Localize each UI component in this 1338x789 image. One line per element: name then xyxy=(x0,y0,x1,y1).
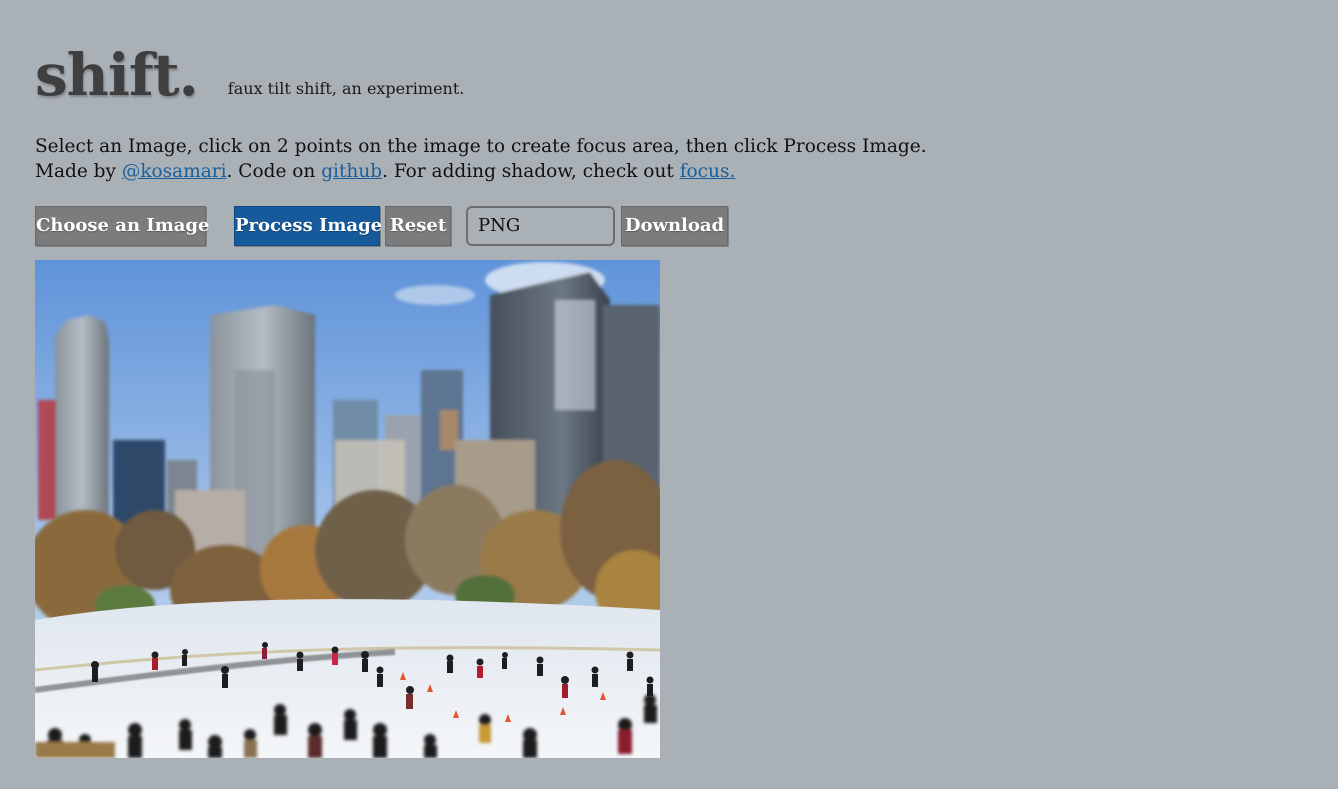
made-by-text: Made by xyxy=(35,161,122,182)
shadow-text: . For adding shadow, check out xyxy=(382,161,680,182)
image-canvas[interactable] xyxy=(35,260,660,758)
reset-button[interactable]: Reset xyxy=(385,206,451,246)
instructions-line-1: Select an Image, click on 2 points on th… xyxy=(35,136,927,157)
format-select[interactable]: PNG xyxy=(466,206,615,246)
choose-image-button[interactable]: Choose an Image xyxy=(35,206,209,246)
process-image-button[interactable]: Process Image xyxy=(234,206,382,246)
page-header: shift. faux tilt shift, an experiment. xyxy=(35,46,464,104)
logo: shift. xyxy=(35,41,199,109)
author-link[interactable]: @kosamari xyxy=(122,161,227,182)
instructions: Select an Image, click on 2 points on th… xyxy=(35,134,927,184)
instructions-line-2: Made by @kosamari. Code on github. For a… xyxy=(35,159,927,184)
focus-link[interactable]: focus. xyxy=(680,161,736,182)
tagline: faux tilt shift, an experiment. xyxy=(227,79,465,98)
github-link[interactable]: github xyxy=(321,161,382,182)
code-on-text: . Code on xyxy=(226,161,322,182)
download-button[interactable]: Download xyxy=(621,206,728,246)
